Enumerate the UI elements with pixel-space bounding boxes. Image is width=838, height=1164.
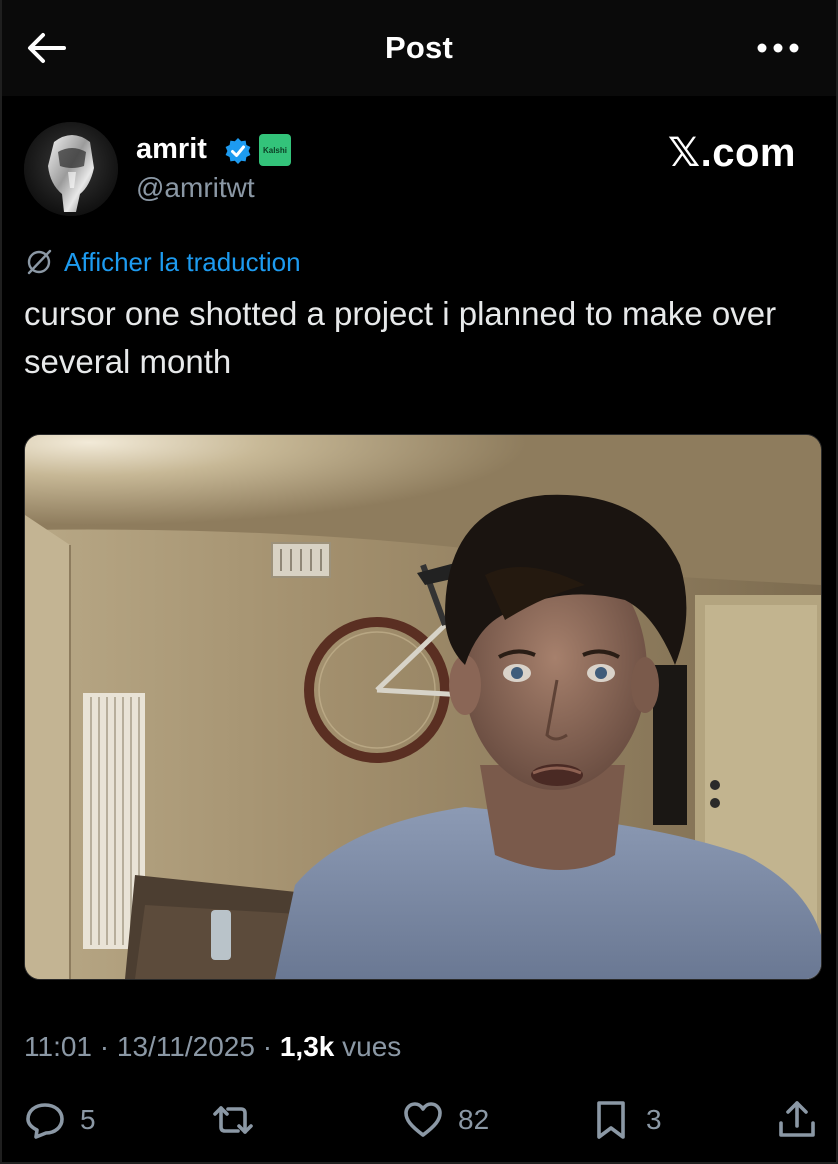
reply-icon [26, 1103, 64, 1139]
author-name[interactable]: amrit [136, 133, 207, 166]
post-time: 11:01 [24, 1031, 92, 1062]
brand-watermark: 𝕏.com [667, 131, 796, 175]
bookmark-count: 3 [646, 1104, 662, 1135]
meta-separator: · [262, 1031, 273, 1062]
reply-count: 5 [80, 1104, 96, 1135]
more-dots-icon [757, 43, 799, 53]
like-icon [404, 1102, 442, 1137]
tweet-text: cursor one shotted a project i planned t… [24, 295, 777, 380]
media-photo [25, 435, 821, 979]
share-icon [779, 1101, 815, 1137]
affiliation-badge[interactable]: Kalshi [259, 134, 291, 166]
share-button[interactable] [776, 1090, 818, 1150]
repost-icon [213, 1106, 253, 1134]
translate-icon [27, 249, 52, 275]
verified-icon [225, 138, 251, 164]
action-bar: 5 82 3 [2, 1090, 836, 1150]
post-view: Post amrit Kalshi @amritwt 𝕏.com Affiche… [0, 0, 838, 1164]
bookmark-icon [597, 1101, 625, 1139]
avatar[interactable] [24, 122, 118, 216]
views-count: 1,3k [279, 1031, 335, 1062]
top-bar: Post [2, 0, 836, 96]
post-meta: 11:01 · 13/11/2025 · 1,3k vues [24, 1031, 401, 1063]
avatar-image [24, 122, 118, 216]
like-count: 82 [458, 1104, 490, 1135]
views-label: vues [342, 1031, 402, 1062]
post-date: 13/11/2025 [116, 1031, 255, 1062]
repost-button[interactable] [212, 1090, 268, 1150]
author-handle[interactable]: @amritwt [136, 172, 255, 204]
meta-separator: · [99, 1031, 110, 1062]
page-title: Post [385, 30, 453, 65]
reply-button[interactable]: 5 [24, 1090, 96, 1150]
tweet-media-image[interactable] [24, 434, 822, 980]
translate-link[interactable]: Afficher la traduction [24, 246, 301, 278]
bookmark-button[interactable]: 3 [590, 1090, 662, 1150]
translate-label: Afficher la traduction [64, 246, 301, 277]
more-button[interactable] [756, 28, 800, 68]
like-button[interactable]: 82 [402, 1090, 489, 1150]
